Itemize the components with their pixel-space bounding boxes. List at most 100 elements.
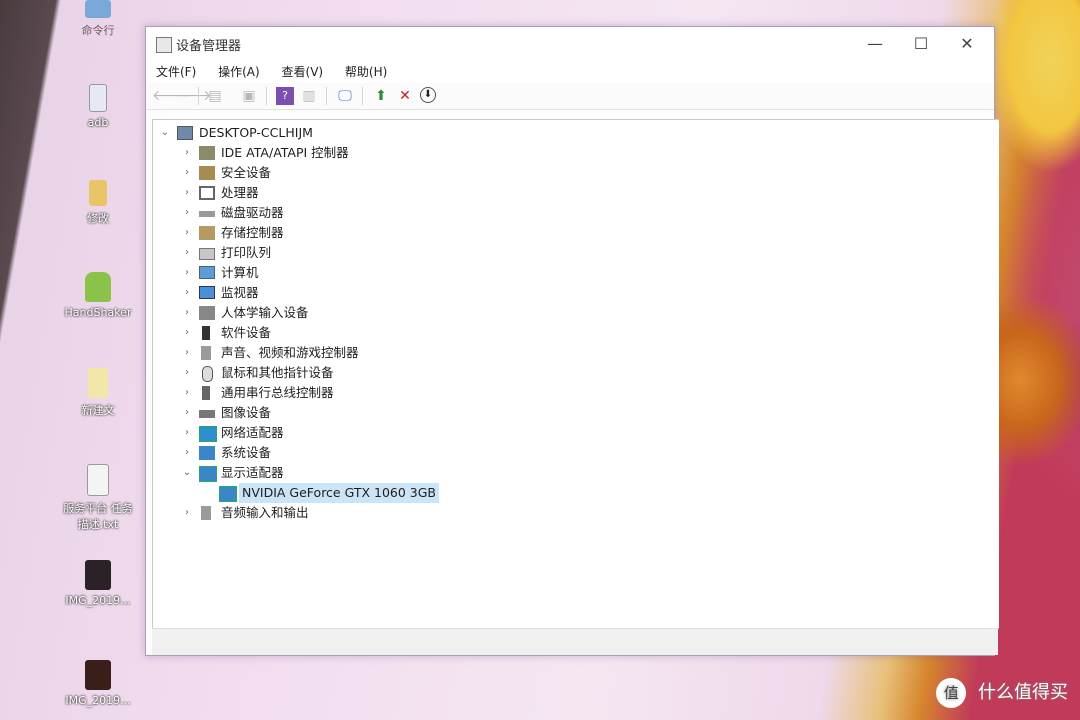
tree-item-label: 安全设备 [221,165,272,180]
forward-arrow-icon[interactable]: 🡒 [174,87,212,105]
chevron-right-icon[interactable]: › [181,503,193,523]
tree-item-label: 监视器 [221,285,259,300]
disable-device-icon[interactable]: ⬇ [420,87,436,103]
chevron-right-icon[interactable]: › [181,383,193,403]
tree-item-label: 软件设备 [221,325,272,340]
desktop-icon-newfile[interactable]: 新建文 [58,368,138,418]
desktop-icon-handshaker[interactable]: HandShaker [58,272,138,319]
tree-item-label: 计算机 [221,265,259,280]
folder-icon [89,180,107,206]
help-icon[interactable]: ? [276,87,294,105]
computer-icon [177,126,193,140]
desktop-icon-label: 新建文 [81,404,115,417]
desktop-icon-label: adb [87,116,109,129]
chevron-down-icon[interactable]: ⌄ [181,463,193,483]
keyboard-icon [199,306,215,320]
shortcut-icon [89,84,107,112]
tree-item-label: 图像设备 [221,405,272,420]
chevron-right-icon[interactable]: › [181,183,193,203]
desktop-icon-txt[interactable]: 服务平台 任务描述.txt [58,464,138,532]
computer-icon [199,266,215,279]
desktop-icon-cmd[interactable]: 命令行 [58,0,138,38]
tree-item-label: 网络适配器 [221,425,284,440]
desktop-icon-label: 修改 [87,212,109,225]
desktop-icon-label: HandShaker [64,306,132,319]
desktop-icon-adb[interactable]: adb [58,84,138,129]
minimize-button[interactable]: — [852,31,898,57]
toolbar-separator [326,87,327,105]
tree-item-label: NVIDIA GeForce GTX 1060 3GB [239,483,440,503]
tree-item-label: 通用串行总线控制器 [221,385,334,400]
chevron-right-icon[interactable]: › [181,363,193,383]
camera-icon [199,410,215,418]
display-adapter-icon [219,486,237,502]
scan-hardware-icon[interactable]: 🖵 [336,87,354,105]
desktop-icon-label: IMG_2019... [65,694,131,707]
menu-file[interactable]: 文件(F) [156,61,196,83]
printer-icon [199,248,215,260]
menu-view[interactable]: 查看(V) [282,61,324,83]
network-adapter-icon [199,426,217,442]
tree-item-label: IDE ATA/ATAPI 控制器 [221,145,349,160]
tree-item-label: 人体学输入设备 [221,305,309,320]
disk-drive-icon [199,211,215,217]
watermark: 值 什么值得买 [936,678,1068,708]
chevron-right-icon[interactable]: › [181,223,193,243]
text-file-icon [87,464,109,496]
shortcut-icon [85,0,111,18]
software-device-icon [202,326,210,340]
system-device-icon [199,446,215,460]
desktop-icon-label: IMG_2019... [65,594,131,607]
mouse-icon [202,366,213,382]
chevron-right-icon[interactable]: › [181,403,193,423]
menu-bar: 文件(F) 操作(A) 查看(V) 帮助(H) [146,61,994,83]
desktop-icon-folder[interactable]: 修改 [58,180,138,226]
chevron-right-icon[interactable]: › [181,423,193,443]
chevron-right-icon[interactable]: › [181,343,193,363]
tree-item-label: 处理器 [221,185,259,200]
menu-help[interactable]: 帮助(H) [345,61,387,83]
maximize-button[interactable]: ☐ [898,31,944,57]
watermark-logo-icon: 值 [936,678,967,708]
chevron-right-icon[interactable]: › [181,243,193,263]
close-button[interactable]: ✕ [944,31,990,57]
status-bar [152,628,998,655]
properties-icon[interactable]: ▣ [240,87,258,105]
tree-item-label: 系统设备 [221,445,272,460]
chevron-down-icon[interactable]: ⌄ [159,123,171,143]
chevron-right-icon[interactable]: › [181,303,193,323]
image-icon [85,660,111,690]
action-pane-icon[interactable]: ▥ [300,87,318,105]
toolbar-separator [266,87,267,105]
chevron-right-icon[interactable]: › [181,263,193,283]
display-adapter-icon [199,466,217,482]
chevron-right-icon[interactable]: › [181,283,193,303]
toolbar-separator [362,87,363,105]
processor-icon [199,186,215,200]
desktop-icon-img1[interactable]: IMG_2019... [58,560,138,607]
device-manager-icon [156,37,172,53]
uninstall-icon[interactable]: ✕ [396,87,414,105]
tree-item-label: 打印队列 [221,245,272,260]
show-hide-tree-icon[interactable]: ▤ [206,87,224,105]
chevron-right-icon[interactable]: › [181,163,193,183]
update-driver-icon[interactable]: ⬆ [372,87,390,105]
toolbar-separator [198,87,199,105]
toolbar: 🡐 🡒 ▤ ▣ ? ▥ 🖵 ⬆ ✕ ⬇ [146,83,994,110]
watermark-text: 什么值得买 [978,682,1068,703]
tree-item-label: 鼠标和其他指针设备 [221,365,334,380]
chevron-right-icon[interactable]: › [181,203,193,223]
back-arrow-icon[interactable]: 🡐 [152,87,190,105]
title-bar[interactable]: 设备管理器 — ☐ ✕ [146,27,994,61]
window-title: 设备管理器 [176,39,242,54]
chevron-right-icon[interactable]: › [181,143,193,163]
tree-item-label: 存储控制器 [221,225,284,240]
desktop-icon-label: 服务平台 任务描述.txt [63,502,133,531]
desktop-icon-img2[interactable]: IMG_2019... [58,660,138,707]
tree-root-label: DESKTOP-CCLHIJM [199,125,313,140]
tree-item-label: 显示适配器 [221,465,284,480]
chevron-right-icon[interactable]: › [181,443,193,463]
tree-item-label: 声音、视频和游戏控制器 [221,345,359,360]
chevron-right-icon[interactable]: › [181,323,193,343]
menu-action[interactable]: 操作(A) [218,61,260,83]
